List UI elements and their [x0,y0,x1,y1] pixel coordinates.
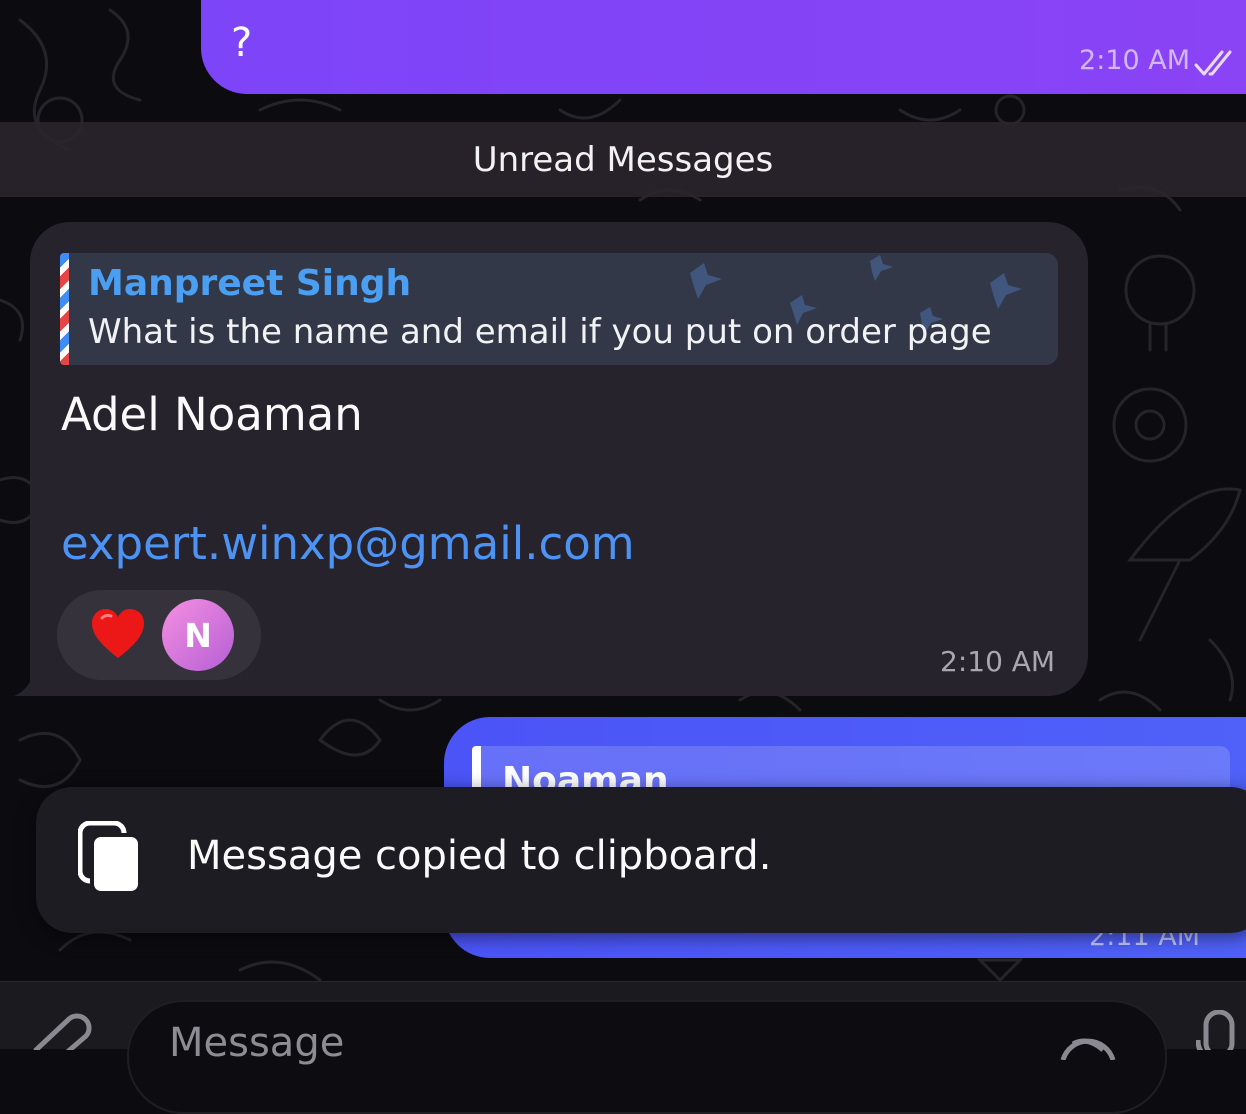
reply-text: What is the name and email if you put on… [88,312,992,352]
copied-toast: Message copied to clipboard. [36,787,1246,933]
reactor-avatar: N [162,599,234,671]
reply-author: Manpreet Singh [88,263,412,304]
message-input[interactable]: Message [127,1000,1167,1114]
message-text: ? [231,20,253,66]
message-placeholder: Message [169,1020,345,1066]
message-time: 2:10 AM [940,645,1056,678]
reaction-chip[interactable]: N [57,590,261,680]
sticker-icon[interactable] [1059,1020,1117,1064]
message-time: 2:10 AM [1079,45,1190,76]
toast-message: Message copied to clipboard. [187,833,772,879]
reply-quote[interactable]: Manpreet Singh What is the name and emai… [60,253,1058,365]
microphone-icon[interactable] [1195,1009,1242,1059]
email-link[interactable]: expert.winxp@gmail.com [61,517,635,570]
double-check-icon [1194,50,1236,82]
unread-messages-divider: Unread Messages [0,122,1246,197]
reply-stripe [60,253,69,365]
unread-messages-label: Unread Messages [472,139,774,180]
red-heart-icon [90,608,146,664]
paperclip-icon[interactable] [28,1010,98,1063]
outgoing-message-bubble-top[interactable]: ? 2:10 AM [201,0,1246,94]
copy-icon [77,820,142,899]
message-text-name: Adel Noaman [61,388,363,441]
